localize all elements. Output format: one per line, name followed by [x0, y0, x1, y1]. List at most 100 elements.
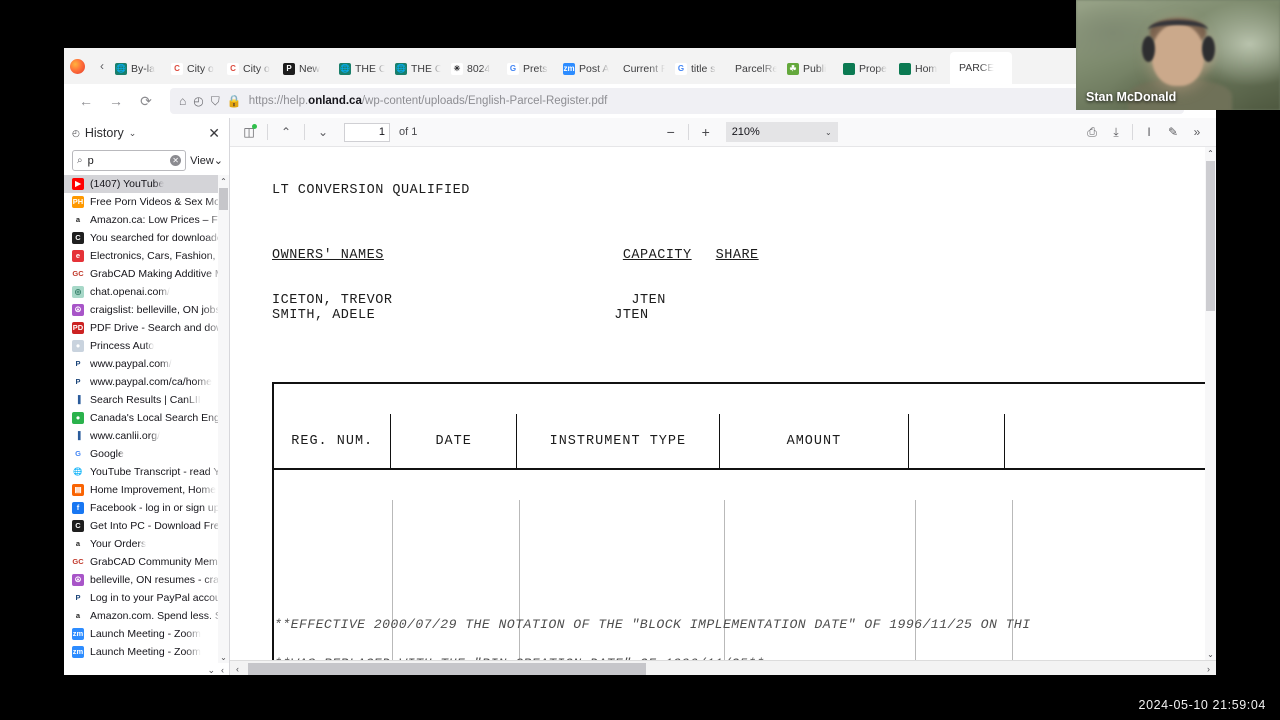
browser-tab[interactable]: zm Post A	[558, 54, 614, 84]
save-icon[interactable]: ⤓	[1105, 121, 1127, 143]
url-path: /wp-content/uploads/English-Parcel-Regis…	[361, 95, 608, 107]
browser-tab[interactable]: 🌐 THE C	[334, 54, 390, 84]
history-list-item[interactable]: Pwww.paypal.com/	[64, 355, 229, 373]
browser-tab-label: 8024	[467, 63, 491, 75]
pdf-vertical-scrollbar[interactable]: ⌃ ⌄	[1205, 147, 1216, 660]
history-list-item[interactable]: P Log in to your PayPal accoun	[64, 589, 229, 607]
collapse-icon[interactable]: ‹	[221, 665, 224, 675]
history-list-item[interactable]: GC GrabCAD Making Additive M	[64, 265, 229, 283]
previous-page-button[interactable]: ⌃	[275, 121, 297, 143]
url-text: https://help.onland.ca/wp-content/upload…	[249, 95, 608, 107]
browser-tab[interactable]: Prope	[838, 54, 894, 84]
amazon-icon: a	[72, 538, 84, 550]
scroll-up-icon[interactable]: ⌃	[1205, 147, 1216, 159]
paypal-icon: P	[72, 376, 84, 388]
share-header: SHARE	[715, 248, 759, 263]
history-list-item[interactable]: ● Princess Auto	[64, 337, 229, 355]
history-view-button[interactable]: View⌄	[190, 154, 223, 167]
history-list-item[interactable]: f Facebook - log in or sign up	[64, 499, 229, 517]
history-list-item[interactable]: ▤ Home Improvement, Home	[64, 481, 229, 499]
shield-icon[interactable]: ⛉	[211, 94, 220, 109]
forward-button[interactable]: →	[102, 88, 130, 114]
browser-tab[interactable]: PARCE	[950, 52, 1012, 84]
history-list-item[interactable]: C You searched for downloade	[64, 229, 229, 247]
history-list-item[interactable]: ● Canada's Local Search Engin	[64, 409, 229, 427]
history-list-item[interactable]: ◎ chat.openai.com/	[64, 283, 229, 301]
page-total-label: of 1	[399, 126, 418, 138]
history-list-item[interactable]: PH Free Porn Videos & Sex Mov	[64, 193, 229, 211]
browser-tab[interactable]: 🌐 THE C	[390, 54, 446, 84]
history-icon[interactable]: ◴	[193, 94, 203, 108]
pdf-vertical-scrollbar-thumb[interactable]	[1206, 161, 1215, 311]
next-page-button[interactable]: ⌄	[312, 121, 334, 143]
zoom-out-button[interactable]: −	[661, 124, 681, 140]
browser-tab[interactable]: G Prets	[502, 54, 558, 84]
getintopc-icon: C	[72, 520, 84, 532]
webcam-overlay[interactable]: Stan McDonald	[1076, 0, 1280, 110]
history-list-item[interactable]: 🌐 YouTube Transcript - read Yc	[64, 463, 229, 481]
zoom-in-button[interactable]: +	[696, 124, 716, 140]
document-title-line: LT CONVERSION QUALIFIED	[272, 183, 470, 198]
history-list-item[interactable]: zm Launch Meeting - Zoom	[64, 625, 229, 643]
scroll-up-icon[interactable]: ⌃	[218, 175, 229, 187]
browser-tab[interactable]: Hom	[894, 54, 950, 84]
pdf-horizontal-scrollbar-thumb[interactable]	[248, 663, 646, 675]
history-list[interactable]: ▶ (1407) YouTube PH Free Porn Videos & Sex …	[64, 175, 229, 663]
history-scrollbar[interactable]: ⌃ ⌄	[218, 175, 229, 663]
reload-button[interactable]: ⟳	[132, 88, 160, 114]
browser-tab[interactable]: Current R	[614, 54, 670, 84]
address-bar[interactable]: ⌂ ◴ ⛉ 🔒 https://help.onland.ca/wp-conten…	[170, 88, 1185, 114]
history-list-item[interactable]: ▐ www.canlii.org/	[64, 427, 229, 445]
history-search-input[interactable]: ⌕ p ✕	[72, 150, 187, 171]
browser-tab[interactable]: ☘ Publi	[782, 54, 838, 84]
tab-scroll-left-icon[interactable]: ‹	[96, 59, 108, 73]
history-list-item[interactable]: Pwww.paypal.com/ca/home	[64, 373, 229, 391]
history-list-item[interactable]: e Electronics, Cars, Fashion, Co	[64, 247, 229, 265]
back-button[interactable]: ←	[72, 88, 100, 114]
page-number-input[interactable]: 1	[344, 122, 390, 142]
browser-tab[interactable]: ✳ 8024	[446, 54, 502, 84]
browser-tab[interactable]: C City o	[166, 54, 222, 84]
scroll-down-icon[interactable]: ⌄	[218, 651, 229, 663]
scroll-down-icon[interactable]: ⌄	[207, 665, 215, 676]
history-list-item[interactable]: ☮ craigslist: belleville, ON jobs	[64, 301, 229, 319]
close-sidebar-button[interactable]: ✕	[205, 125, 223, 142]
history-list-item[interactable]: G Google	[64, 445, 229, 463]
history-list-item[interactable]: ▐ Search Results | CanLII	[64, 391, 229, 409]
scroll-left-icon[interactable]: ‹	[230, 664, 245, 674]
browser-tab[interactable]: ParcelReg	[726, 54, 782, 84]
history-list-item[interactable]: kKijiji in Belleville - Buy, Sell	[64, 661, 229, 663]
history-list-item[interactable]: ▶ (1407) YouTube	[64, 175, 229, 193]
history-search-value: p	[87, 154, 94, 167]
print-icon[interactable]: ⎙	[1081, 121, 1103, 143]
clear-search-icon[interactable]: ✕	[170, 155, 182, 166]
browser-tab-label: title s	[691, 63, 716, 75]
history-list-item[interactable]: C Get Into PC - Download Free	[64, 517, 229, 535]
history-list-item[interactable]: GC GrabCAD Community Memb	[64, 553, 229, 571]
more-tools-icon[interactable]: »	[1186, 121, 1208, 143]
pdf-sidebar-toggle-icon[interactable]: ◫	[238, 121, 260, 143]
chrome-icon: C	[171, 63, 183, 75]
history-list-item[interactable]: a Amazon.com. Spend less. Sm	[64, 607, 229, 625]
home-icon[interactable]: ⌂	[179, 94, 186, 108]
browser-tab[interactable]: C City o	[222, 54, 278, 84]
browser-tab[interactable]: Gtitle s	[670, 54, 726, 84]
zoom-level-select[interactable]: 210% ⌄	[725, 122, 838, 142]
pdf-page-area[interactable]: LT CONVERSION QUALIFIED OWNERS' NAMES CA…	[230, 147, 1216, 675]
owners-names-header: OWNERS' NAMES	[272, 248, 384, 263]
history-list-item[interactable]: ☮ belleville, ON resumes - crai	[64, 571, 229, 589]
history-list-item[interactable]: zm Launch Meeting - Zoom	[64, 643, 229, 661]
scroll-right-icon[interactable]: ›	[1201, 664, 1216, 674]
pdf-horizontal-scrollbar[interactable]: ‹ ›	[230, 660, 1216, 675]
history-list-item[interactable]: PD PDF Drive - Search and dow	[64, 319, 229, 337]
history-list-item[interactable]: a Your Orders	[64, 535, 229, 553]
browser-tab[interactable]: 🌐 By-la	[110, 54, 166, 84]
lock-icon[interactable]: 🔒	[227, 94, 242, 108]
text-select-icon[interactable]: I	[1138, 121, 1160, 143]
chevron-down-icon[interactable]: ⌄	[129, 128, 137, 139]
history-list-item[interactable]: a Amazon.ca: Low Prices – Fas	[64, 211, 229, 229]
draw-icon[interactable]: ✎	[1162, 121, 1184, 143]
browser-tab[interactable]: P New	[278, 54, 334, 84]
owner-capacity: JTEN	[614, 308, 649, 323]
history-scrollbar-thumb[interactable]	[219, 188, 228, 210]
